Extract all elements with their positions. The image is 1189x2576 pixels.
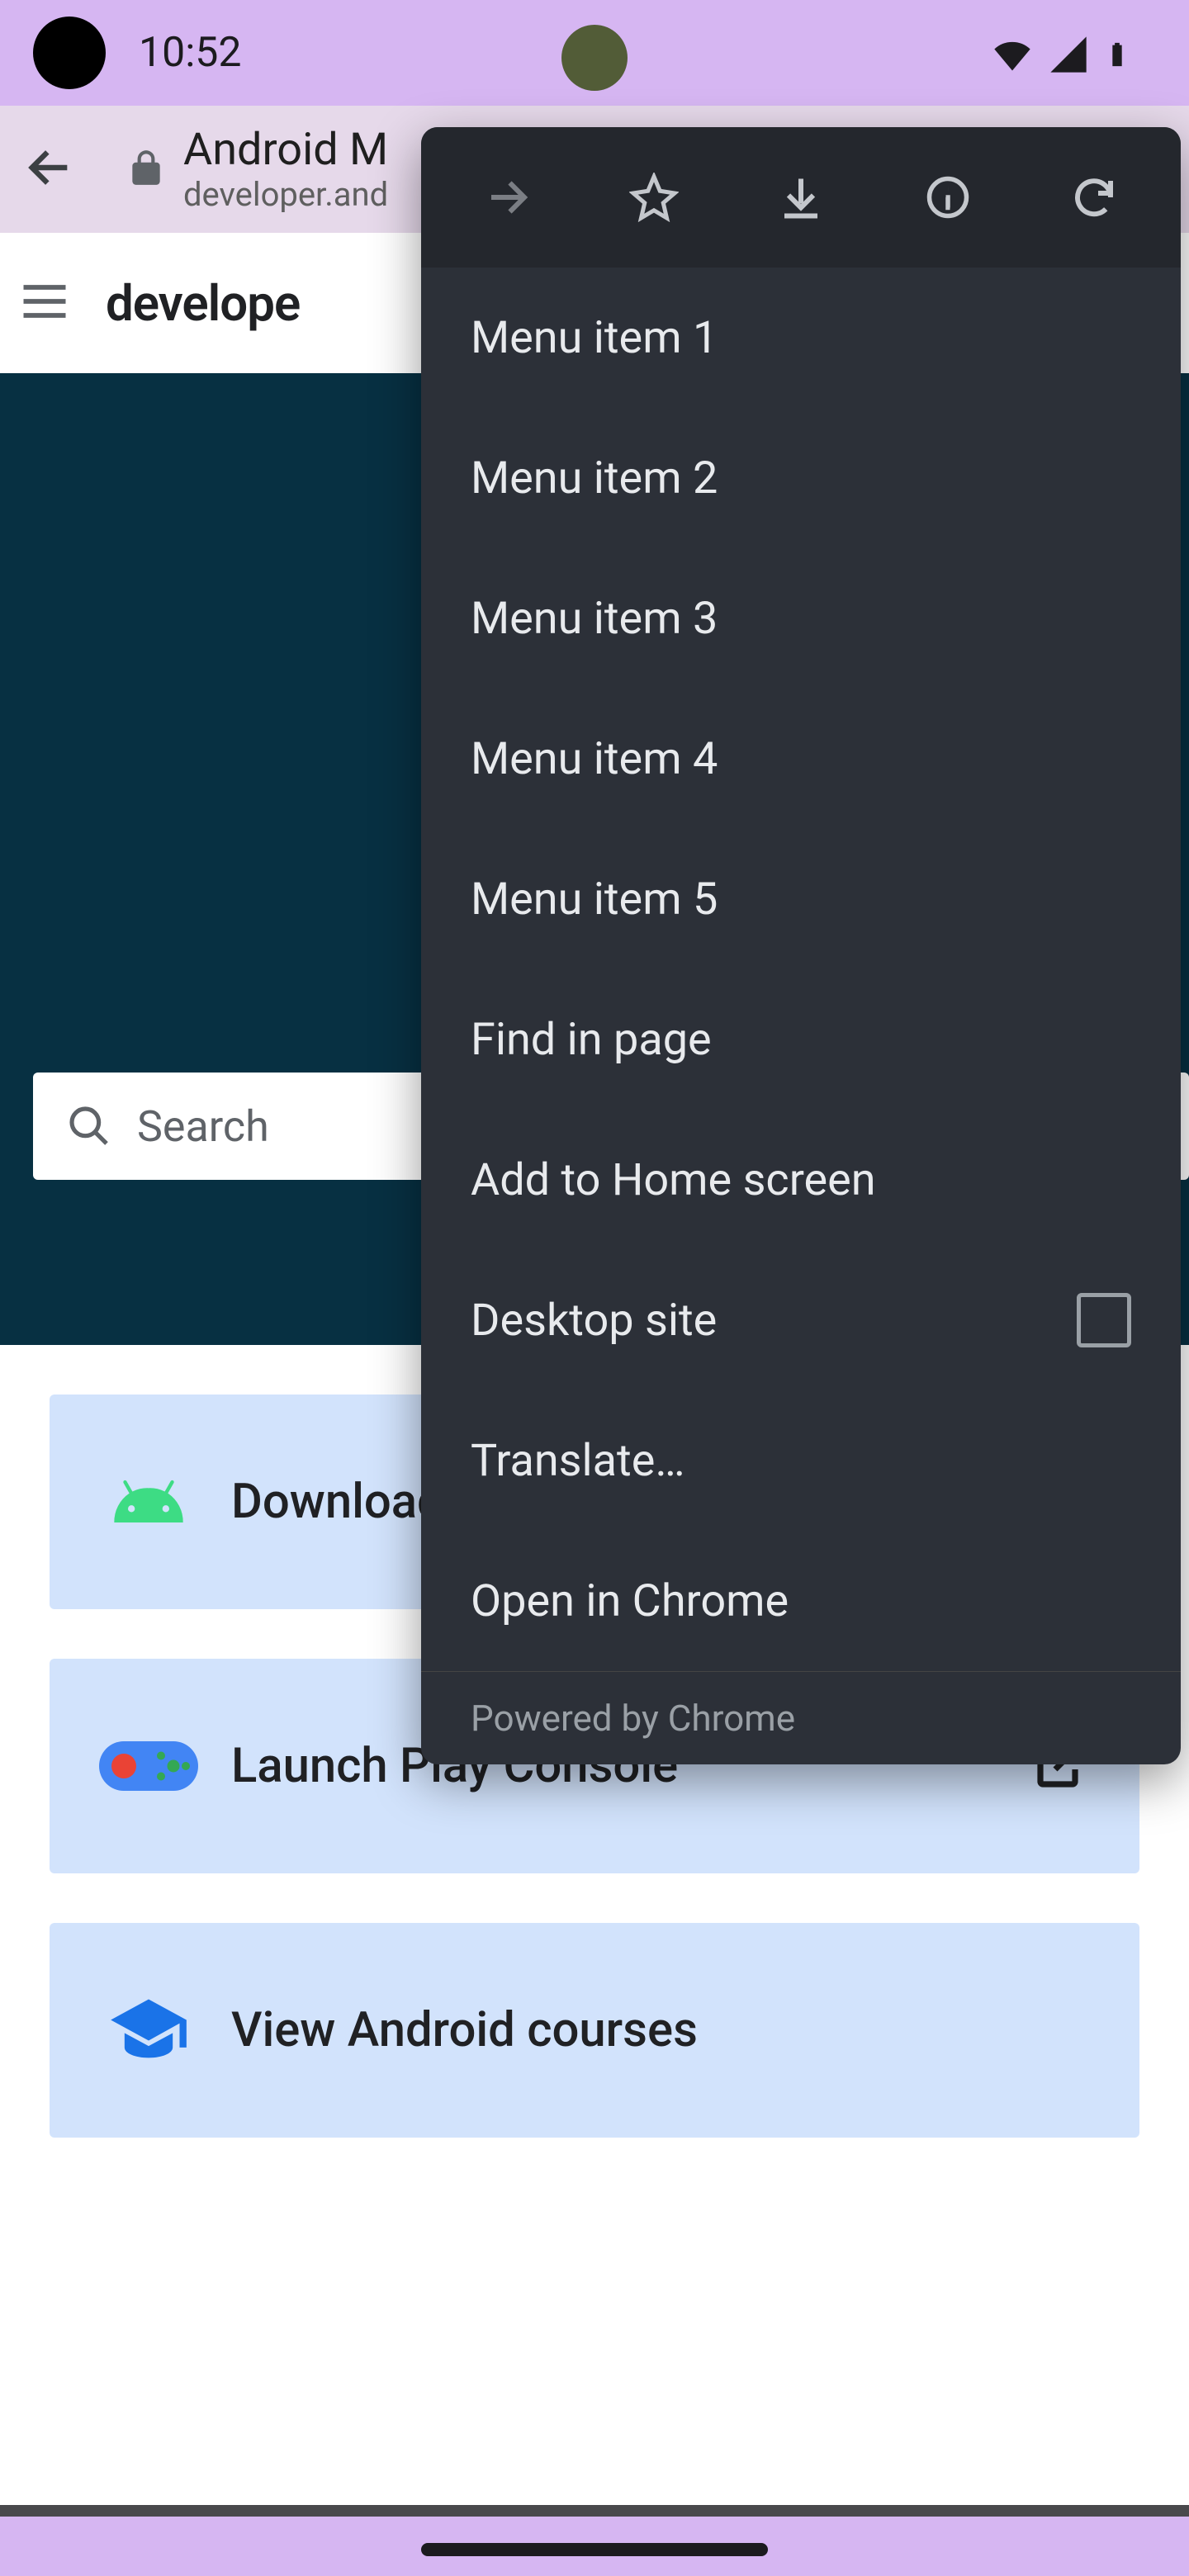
menu-item-translate[interactable]: Translate… xyxy=(421,1390,1181,1531)
forward-icon[interactable] xyxy=(473,163,542,232)
menu-item-label: Open in Chrome xyxy=(471,1575,1131,1627)
menu-item-label: Find in page xyxy=(471,1014,1131,1066)
menu-item-desktop-site[interactable]: Desktop site xyxy=(421,1250,1181,1390)
menu-item-label: Menu item 4 xyxy=(471,733,1131,785)
checkbox-icon[interactable] xyxy=(1077,1293,1131,1347)
menu-item[interactable]: Menu item 4 xyxy=(421,689,1181,829)
info-icon[interactable] xyxy=(913,163,983,232)
menu-item[interactable]: Menu item 2 xyxy=(421,408,1181,548)
bookmark-icon[interactable] xyxy=(619,163,689,232)
nav-shadow xyxy=(0,2505,1189,2517)
menu-item-label: Menu item 2 xyxy=(471,452,1131,504)
menu-item-add-to-home[interactable]: Add to Home screen xyxy=(421,1110,1181,1250)
menu-item-label: Menu item 1 xyxy=(471,312,1131,364)
menu-item[interactable]: Menu item 3 xyxy=(421,548,1181,689)
refresh-icon[interactable] xyxy=(1059,163,1129,232)
menu-item-label: Translate… xyxy=(471,1435,1131,1487)
menu-item-open-in-chrome[interactable]: Open in Chrome xyxy=(421,1531,1181,1671)
menu-item-label: Add to Home screen xyxy=(471,1154,1131,1206)
menu-item-label: Menu item 3 xyxy=(471,593,1131,645)
menu-footer: Powered by Chrome xyxy=(421,1671,1181,1764)
menu-item-label: Menu item 5 xyxy=(471,874,1131,926)
download-icon[interactable] xyxy=(766,163,836,232)
menu-item[interactable]: Menu item 5 xyxy=(421,829,1181,969)
menu-item-label: Desktop site xyxy=(471,1295,1077,1347)
gesture-bar-icon[interactable] xyxy=(421,2543,768,2556)
menu-item-find-in-page[interactable]: Find in page xyxy=(421,969,1181,1110)
menu-item[interactable]: Menu item 1 xyxy=(421,268,1181,408)
overflow-menu: Menu item 1 Menu item 2 Menu item 3 Menu… xyxy=(421,127,1181,1764)
